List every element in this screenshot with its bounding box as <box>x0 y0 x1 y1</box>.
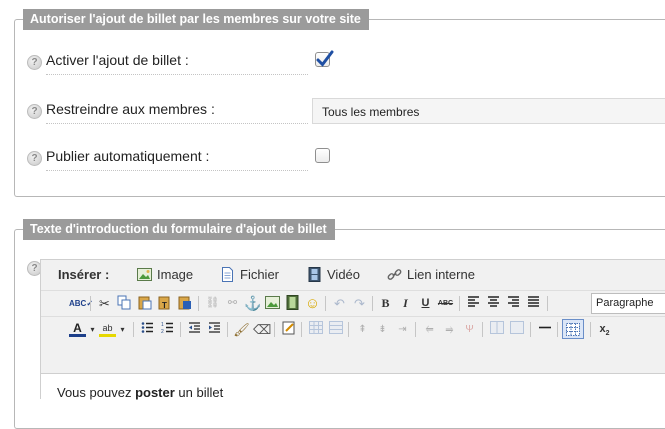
align-justify-icon[interactable] <box>525 295 542 312</box>
rich-text-editor: Insérer : Image Fichier Vidéo Lien inter… <box>40 259 665 413</box>
strikethrough-icon[interactable]: ABC <box>437 295 454 312</box>
anchor-icon[interactable]: ⚓ <box>244 295 261 312</box>
underline-icon[interactable]: U <box>417 295 434 312</box>
cleanup-icon[interactable]: 🖌 <box>233 321 250 338</box>
row-after-icon[interactable]: ⇟ <box>374 321 391 338</box>
autopublish-checkbox[interactable] <box>315 148 330 163</box>
chain-link-icon <box>387 269 402 280</box>
restrict-label: Restreindre aux membres : <box>46 101 308 124</box>
bold-icon[interactable]: B <box>377 295 394 312</box>
indent-icon[interactable] <box>206 321 223 338</box>
image-icon <box>137 268 152 281</box>
content-text-bold: poster <box>135 385 175 400</box>
horizontal-rule-icon[interactable] <box>536 321 553 338</box>
col-before-icon[interactable]: ⥢ <box>421 321 438 338</box>
copy-icon[interactable] <box>116 295 133 312</box>
row-before-icon[interactable]: ⇞ <box>354 321 371 338</box>
numbered-list-icon[interactable]: 12 <box>159 321 176 338</box>
spellcheck-icon[interactable]: ABC✓ <box>69 295 93 312</box>
image-icon[interactable] <box>264 295 281 312</box>
redo-icon[interactable]: ↷ <box>351 295 368 312</box>
insert-internal-link-label: Lien interne <box>407 267 475 282</box>
split-cells-icon[interactable] <box>488 321 505 338</box>
activate-label: Activer l'ajout de billet : <box>46 52 308 75</box>
delete-row-icon[interactable]: ⇥ <box>394 321 411 338</box>
help-icon[interactable]: ? <box>27 104 42 119</box>
fieldset-legend: Texte d'introduction du formulaire d'ajo… <box>23 219 335 240</box>
activate-checkbox[interactable] <box>315 50 334 67</box>
col-after-icon[interactable]: ⥤ <box>441 321 458 338</box>
edit-source-icon[interactable] <box>280 321 297 338</box>
paste-text-icon[interactable]: T <box>156 295 173 312</box>
merge-cells-icon[interactable] <box>508 321 525 338</box>
svg-text:T: T <box>162 301 167 310</box>
content-text-after: un billet <box>174 385 224 400</box>
content-text-before: Vous pouvez <box>57 385 136 400</box>
paste-icon[interactable] <box>136 295 153 312</box>
cut-icon[interactable]: ✂ <box>96 295 113 312</box>
emoticon-icon[interactable]: ☺ <box>304 295 321 312</box>
file-icon <box>222 267 233 282</box>
help-icon[interactable]: ? <box>27 151 42 166</box>
visual-aid-icon[interactable] <box>562 319 584 339</box>
toolbar-row-2: A ▾ ab ▾ 12 🖌 ⌫ ⇞ ⇟ ⇥ ⥢ ⥤ Ψ x2 <box>41 316 665 342</box>
format-select[interactable]: Paragraphe <box>591 293 665 314</box>
link-icon[interactable]: ⛓ <box>204 295 221 312</box>
setting-row-restrict: ? Restreindre aux membres : Tous les mem… <box>15 98 665 128</box>
undo-icon[interactable]: ↶ <box>331 295 348 312</box>
svg-text:1: 1 <box>161 322 164 328</box>
insert-file-label: Fichier <box>240 267 280 282</box>
media-icon[interactable] <box>284 295 301 312</box>
settings-fieldset: Autoriser l'ajout de billet par les memb… <box>14 9 665 197</box>
insert-video-label: Vidéo <box>327 267 361 282</box>
delete-col-icon[interactable]: Ψ <box>461 321 478 338</box>
align-left-icon[interactable] <box>465 295 482 312</box>
unlink-icon[interactable]: ⚯ <box>224 295 241 312</box>
film-icon <box>308 267 321 282</box>
insert-bar: Insérer : Image Fichier Vidéo Lien inter… <box>41 260 665 290</box>
setting-row-autopublish: ? Publier automatiquement : <box>15 145 665 175</box>
italic-icon[interactable]: I <box>397 295 414 312</box>
svg-text:2: 2 <box>161 329 164 334</box>
table-icon[interactable] <box>307 321 324 338</box>
subscript-icon[interactable]: x2 <box>596 321 613 338</box>
insert-label: Insérer : <box>58 267 110 282</box>
insert-image-label: Image <box>157 267 194 282</box>
fieldset-legend: Autoriser l'ajout de billet par les memb… <box>23 9 369 30</box>
align-center-icon[interactable] <box>485 295 502 312</box>
help-icon[interactable]: ? <box>27 55 42 70</box>
chevron-down-icon[interactable]: ▾ <box>114 321 131 338</box>
autopublish-label: Publier automatiquement : <box>46 148 308 171</box>
paste-word-icon[interactable] <box>176 295 193 312</box>
toolbar-row-1: ABC✓ ✂ T ⛓ ⚯ ⚓ ☺ ↶ ↷ B I U ABC Paragraph… <box>41 290 665 316</box>
editor-content-area[interactable]: Vous pouvez poster un billet <box>41 373 665 413</box>
setting-row-activate: ? Activer l'ajout de billet : <box>15 49 665 79</box>
outdent-icon[interactable] <box>186 321 203 338</box>
checkmark-icon <box>316 50 334 67</box>
intro-text-fieldset: Texte d'introduction du formulaire d'ajo… <box>14 219 665 429</box>
align-right-icon[interactable] <box>505 295 522 312</box>
table-properties-icon[interactable] <box>327 321 344 338</box>
bullet-list-icon[interactable] <box>139 321 156 338</box>
restrict-select[interactable]: Tous les membres <box>312 98 665 124</box>
eraser-icon[interactable]: ⌫ <box>253 321 271 338</box>
